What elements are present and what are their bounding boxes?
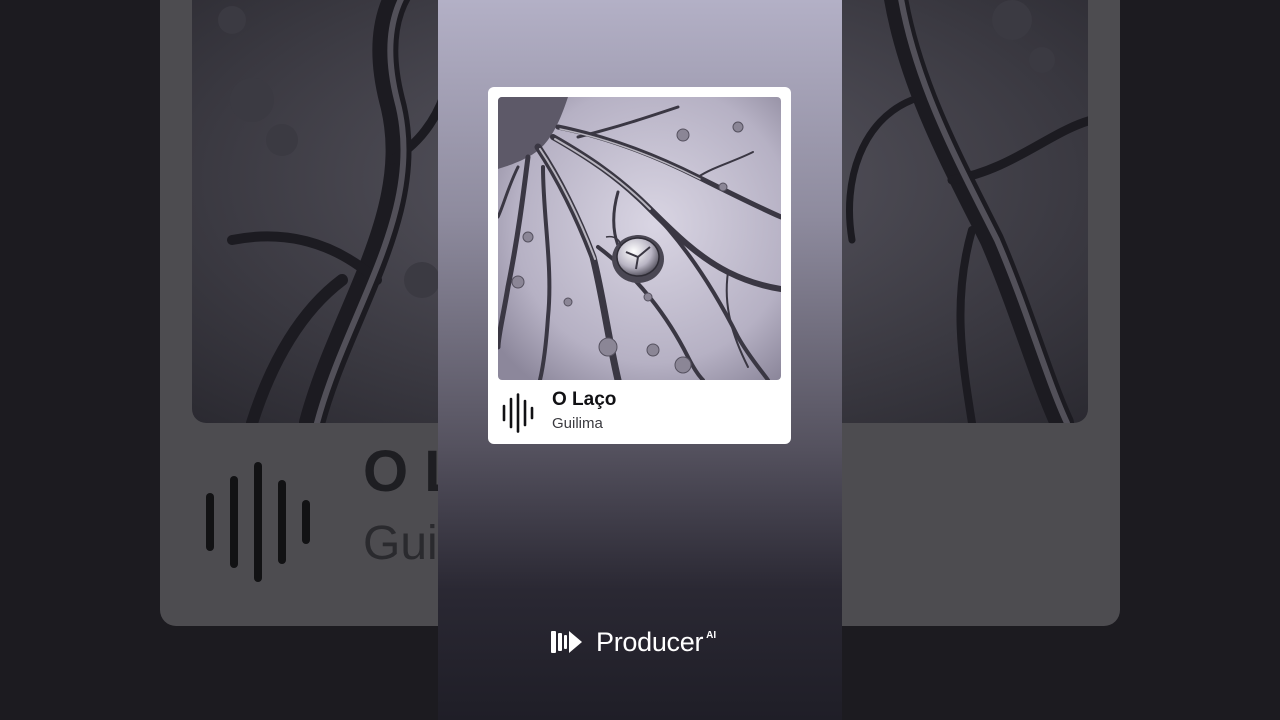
brand-name: Producer xyxy=(596,627,704,657)
producer-brand: Producer AI xyxy=(550,626,716,658)
producer-logo-icon xyxy=(550,626,584,663)
audio-waveform-icon xyxy=(501,393,537,438)
brand-ai-suffix: AI xyxy=(706,630,717,641)
background-waveform-icon xyxy=(204,462,314,587)
share-panel: O Laço Guilima Producer AI xyxy=(438,0,842,720)
background-song-artist: Gui xyxy=(363,517,438,570)
cover-art xyxy=(498,97,781,380)
song-title: O Laço xyxy=(552,389,617,410)
song-artist[interactable]: Guilima xyxy=(552,415,603,432)
song-card[interactable]: O Laço Guilima xyxy=(488,87,791,444)
